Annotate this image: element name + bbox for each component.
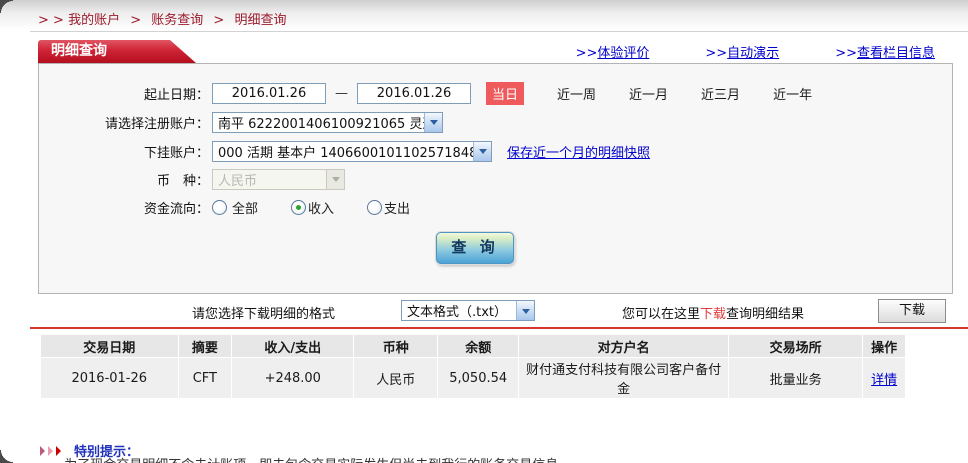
fund-flow-label: 资金流向： [39,198,209,217]
radio-icon[interactable] [367,200,382,215]
date-range-row: 起止日期： — 当日 近一周 近一月 近三月 近一年 [39,82,952,104]
sub-account-row: 下挂账户： 000 活期 基本户 1406600101102571848 保存近… [39,140,952,162]
cell-amount: +248.00 [232,358,353,398]
chevron-down-icon [516,301,534,320]
quick-range-quarter[interactable]: 近三月 [701,84,740,103]
quick-range-year[interactable]: 近一年 [773,84,812,103]
download-button[interactable]: 下载 [878,299,946,323]
triangle-arrow-icon [40,446,45,456]
quick-range-today[interactable]: 当日 [486,82,524,105]
col-header-currency: 币种 [354,335,437,357]
chevron-down-icon [473,142,491,161]
fund-flow-row: 资金流向： 全部 收入 支出 [39,196,952,218]
breadcrumb-divider [30,31,968,32]
col-header-venue: 交易场所 [729,335,862,357]
chevron-down-icon [424,113,442,132]
cell-currency: 人民币 [354,358,437,398]
transaction-table: 交易日期 摘要 收入/支出 币种 余额 对方户名 交易场所 操作 2016-01… [40,334,906,399]
table-row: 2016-01-26 CFT +248.00 人民币 5,050.54 财付通支… [41,358,905,398]
col-header-summary: 摘要 [179,335,232,357]
quick-range-week[interactable]: 近一周 [557,84,596,103]
currency-label: 币 种： [39,170,209,189]
chevron-down-icon [326,170,344,189]
cell-venue: 批量业务 [729,358,862,398]
download-row: 请您选择下载明细的格式 文本格式（.txt） 您可以在这里下载查询明细结果 下载 [0,296,968,326]
col-header-counterparty: 对方户名 [519,335,728,357]
col-header-balance: 余额 [438,335,518,357]
col-header-action: 操作 [863,335,905,357]
date-range-dash: — [335,86,348,101]
breadcrumb-item-my-account[interactable]: 我的账户 [68,13,120,28]
tab-detail-query[interactable]: 明细查询 [38,40,196,63]
double-chevron-icon: >> [705,46,727,61]
radio-checked-icon[interactable] [291,200,306,215]
register-account-label: 请选择注册账户： [39,113,209,132]
breadcrumb-prefix: > > [38,13,64,28]
download-format-select[interactable]: 文本格式（.txt） [401,300,535,321]
save-snapshot-link[interactable]: 保存近一个月的明细快照 [507,142,650,161]
end-date-input[interactable] [357,83,471,104]
cell-date: 2016-01-26 [41,358,178,398]
breadcrumb-item-account-query[interactable]: 账务查询 [151,13,203,28]
double-chevron-icon: >> [835,46,857,61]
cell-counterparty: 财付通支付科技有限公司客户备付金 [519,358,728,398]
link-experience-review[interactable]: >>体验评价 [576,42,650,61]
triangle-arrow-icon [48,446,53,456]
breadcrumb: > > 我的账户 > 账务查询 > 明细查询 [38,9,286,28]
fund-flow-option-income[interactable]: 收入 [291,198,334,217]
notice-text-truncated: · 为了现金交易明细不含未计账项，即未包含交易实际发生但尚未到我行的账务交易信息 [56,454,558,463]
download-format-label: 请您选择下载明细的格式 [192,303,335,322]
quick-range-month[interactable]: 近一月 [629,84,668,103]
currency-select: 人民币 [212,169,345,190]
query-form-panel: 起止日期： — 当日 近一周 近一月 近三月 近一年 请选择注册账户： 南平 6… [38,63,953,294]
double-chevron-icon: >> [576,46,598,61]
download-hint: 您可以在这里下载查询明细结果 [622,303,804,322]
section-divider [30,327,968,329]
col-header-amount: 收入/支出 [232,335,353,357]
sub-account-select[interactable]: 000 活期 基本户 1406600101102571848 [212,141,492,162]
detail-query-page: > > 我的账户 > 账务查询 > 明细查询 明细查询 >>体验评价 >>自动演… [0,0,968,463]
register-account-row: 请选择注册账户： 南平 6222001406100921065 灵通卡 [39,111,952,133]
col-header-date: 交易日期 [41,335,178,357]
table-header-row: 交易日期 摘要 收入/支出 币种 余额 对方户名 交易场所 操作 [41,335,905,357]
sub-account-label: 下挂账户： [39,142,209,161]
start-date-input[interactable] [212,83,326,104]
breadcrumb-item-detail-query[interactable]: 明细查询 [234,13,286,28]
window-corner-bottom-left [0,450,13,463]
breadcrumb-separator: > [130,13,141,28]
query-button[interactable]: 查 询 [436,232,514,264]
fund-flow-option-expense[interactable]: 支出 [367,198,410,217]
breadcrumb-separator: > [213,13,224,28]
currency-row: 币 种： 人民币 [39,168,952,190]
cell-summary: CFT [179,358,232,398]
link-auto-demo[interactable]: >>自动演示 [705,42,779,61]
download-hint-highlight: 下载 [700,307,726,322]
link-view-column-info[interactable]: >>查看栏目信息 [835,42,935,61]
header-links: >>体验评价 >>自动演示 >>查看栏目信息 [576,42,935,61]
detail-link[interactable]: 详情 [871,373,897,388]
date-range-label: 起止日期： [39,84,209,103]
radio-icon[interactable] [212,200,227,215]
cell-balance: 5,050.54 [438,358,518,398]
window-corner-top-left [0,0,13,13]
fund-flow-option-all[interactable]: 全部 [212,198,258,217]
register-account-select[interactable]: 南平 6222001406100921065 灵通卡 [212,112,443,133]
